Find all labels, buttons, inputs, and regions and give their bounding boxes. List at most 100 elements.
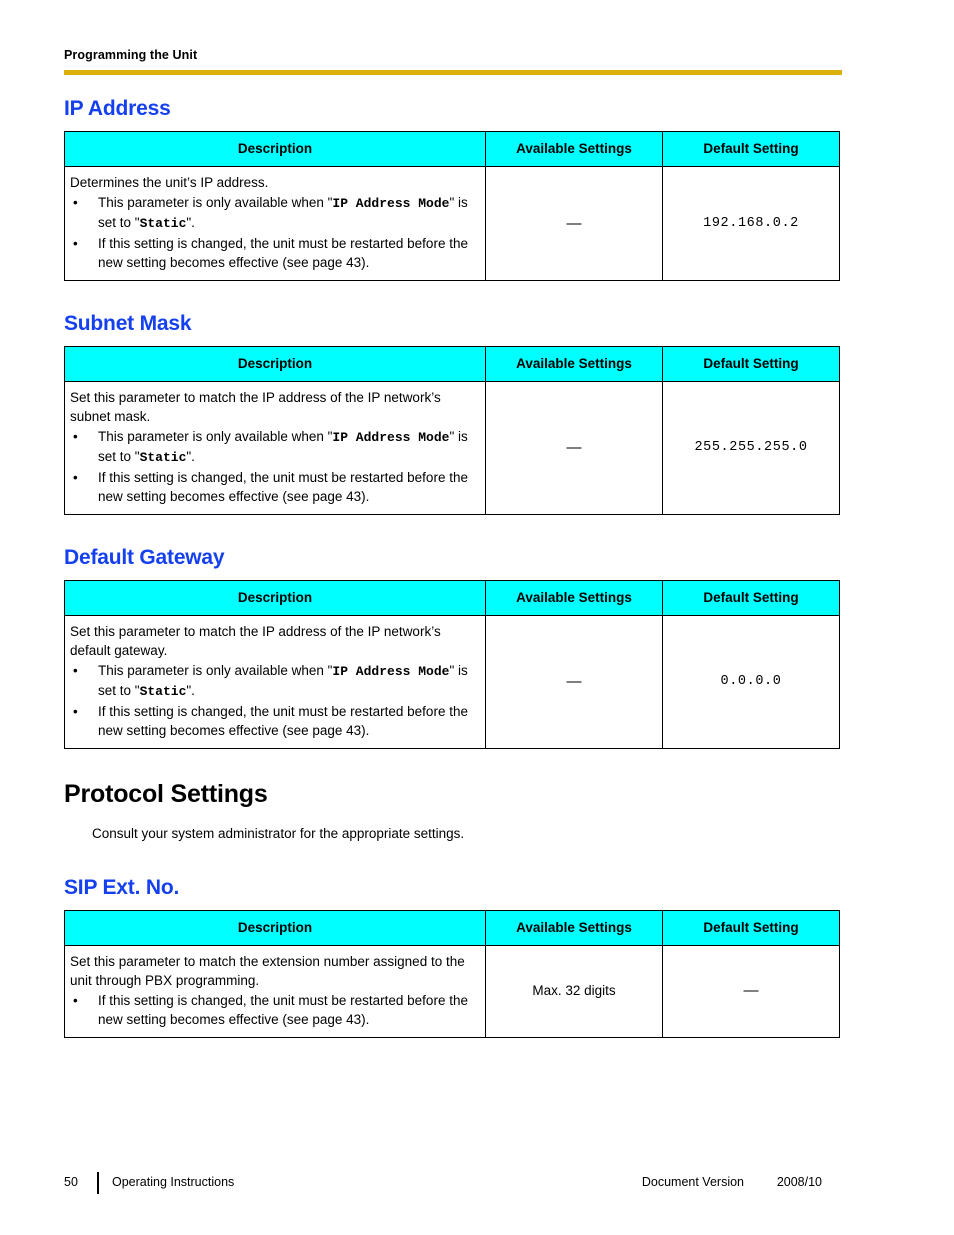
bullet-text: If this setting is changed, the unit mus… (98, 992, 468, 1028)
section-heading-default-gateway: Default Gateway (64, 545, 225, 569)
table-row: Set this parameter to match the extensio… (64, 944, 840, 1038)
cell-available-settings: — (485, 614, 663, 749)
description-lead: Set this parameter to match the IP addre… (70, 389, 441, 425)
section-heading-ip-address: IP Address (64, 97, 171, 120)
description-bullet-list: • This parameter is only available when … (70, 193, 479, 273)
bullet-icon: • (73, 235, 78, 251)
cell-default-setting: 255.255.255.0 (662, 380, 840, 515)
major-heading-protocol-settings: Protocol Settings (64, 779, 268, 808)
cell-available-settings: — (485, 166, 663, 281)
cell-description: Set this parameter to match the extensio… (64, 944, 486, 1038)
footer-divider (97, 1172, 99, 1194)
table-row: Set this parameter to match the IP addre… (64, 380, 840, 515)
table-ip-address: Description Available Settings Default S… (64, 131, 840, 281)
cell-available-settings: Max. 32 digits (485, 944, 663, 1038)
available-settings-value: — (566, 672, 582, 690)
column-header-available-settings: Available Settings (485, 909, 663, 946)
bullet-icon: • (73, 428, 78, 444)
protocol-settings-note: Consult your system administrator for th… (92, 825, 465, 841)
bullet-mono-static: Static (139, 684, 187, 699)
column-header-available-settings: Available Settings (485, 131, 663, 167)
bullet-mono-ip-address-mode: IP Address Mode (332, 195, 450, 211)
column-header-description: Description (64, 579, 486, 616)
column-header-default-setting: Default Setting (662, 579, 840, 616)
table-row: Set this parameter to match the IP addre… (64, 614, 840, 749)
bullet-icon: • (73, 194, 78, 210)
description-lead: Set this parameter to match the extensio… (70, 953, 465, 989)
footer-version-label: Document Version (641, 1175, 744, 1189)
table-row: Determines the unit’s IP address. • This… (64, 166, 840, 281)
table-subnet-mask: Description Available Settings Default S… (64, 345, 840, 515)
bullet-text: If this setting is changed, the unit mus… (98, 235, 468, 271)
column-header-available-settings: Available Settings (485, 345, 663, 382)
header-rule (64, 70, 842, 75)
bullet-icon: • (73, 469, 78, 485)
description-lead: Set this parameter to match the IP addre… (70, 623, 441, 659)
list-item: • If this setting is changed, the unit m… (70, 468, 479, 507)
description-bullet-list: • This parameter is only available when … (70, 427, 479, 507)
column-header-description: Description (64, 131, 486, 167)
bullet-text-part1: This parameter is only available when " (98, 662, 333, 678)
list-item: • This parameter is only available when … (70, 427, 479, 468)
description-lead: Determines the unit’s IP address. (70, 175, 269, 190)
cell-available-settings: — (485, 380, 663, 515)
column-header-default-setting: Default Setting (662, 131, 840, 167)
table-sip-ext-no: Description Available Settings Default S… (64, 909, 840, 1038)
list-item: • If this setting is changed, the unit m… (70, 991, 479, 1030)
column-header-default-setting: Default Setting (662, 345, 840, 382)
list-item: • This parameter is only available when … (70, 661, 479, 702)
bullet-text: If this setting is changed, the unit mus… (98, 703, 468, 739)
section-heading-sip-ext-no: SIP Ext. No. (64, 875, 180, 899)
list-item: • This parameter is only available when … (70, 193, 479, 234)
bullet-mono-ip-address-mode: IP Address Mode (332, 429, 450, 445)
footer-page-number: 50 (64, 1175, 78, 1189)
table-header-row: Description Available Settings Default S… (64, 909, 840, 946)
table-header-row: Description Available Settings Default S… (64, 131, 840, 167)
column-header-description: Description (64, 909, 486, 946)
column-header-available-settings: Available Settings (485, 579, 663, 616)
list-item: • If this setting is changed, the unit m… (70, 702, 479, 741)
bullet-icon: • (73, 662, 78, 678)
list-item: • If this setting is changed, the unit m… (70, 234, 479, 273)
bullet-icon: • (73, 703, 78, 719)
bullet-text-part3: ". (186, 215, 195, 230)
default-setting-value: — (743, 982, 759, 1000)
available-settings-value: — (566, 214, 582, 232)
bullet-mono-ip-address-mode: IP Address Mode (332, 663, 450, 679)
cell-description: Set this parameter to match the IP addre… (64, 380, 486, 515)
bullet-text-part3: ". (186, 683, 195, 698)
bullet-text-part3: ". (186, 449, 195, 464)
table-header-row: Description Available Settings Default S… (64, 345, 840, 382)
document-page: Programming the Unit IP Address Descript… (0, 0, 954, 1235)
bullet-text-part1: This parameter is only available when " (98, 428, 333, 444)
running-header: Programming the Unit (64, 48, 842, 62)
bullet-mono-static: Static (139, 450, 187, 465)
cell-default-setting: 0.0.0.0 (662, 614, 840, 749)
page-content: IP Address Description Available Setting… (64, 96, 842, 1038)
footer-version-value: 2008/10 (776, 1175, 822, 1189)
bullet-text: If this setting is changed, the unit mus… (98, 469, 468, 505)
bullet-mono-static: Static (139, 216, 187, 231)
description-bullet-list: • If this setting is changed, the unit m… (70, 991, 479, 1030)
description-bullet-list: • This parameter is only available when … (70, 661, 479, 741)
column-header-default-setting: Default Setting (662, 909, 840, 946)
table-default-gateway: Description Available Settings Default S… (64, 579, 840, 749)
bullet-text-part1: This parameter is only available when " (98, 194, 333, 210)
cell-default-setting: — (662, 944, 840, 1038)
cell-description: Determines the unit’s IP address. • This… (64, 166, 486, 281)
section-heading-subnet-mask: Subnet Mask (64, 311, 192, 335)
footer-document-title: Operating Instructions (112, 1175, 235, 1189)
table-header-row: Description Available Settings Default S… (64, 579, 840, 616)
cell-default-setting: 192.168.0.2 (662, 166, 840, 281)
running-header-title: Programming the Unit (64, 48, 198, 62)
available-settings-value: — (566, 438, 582, 456)
